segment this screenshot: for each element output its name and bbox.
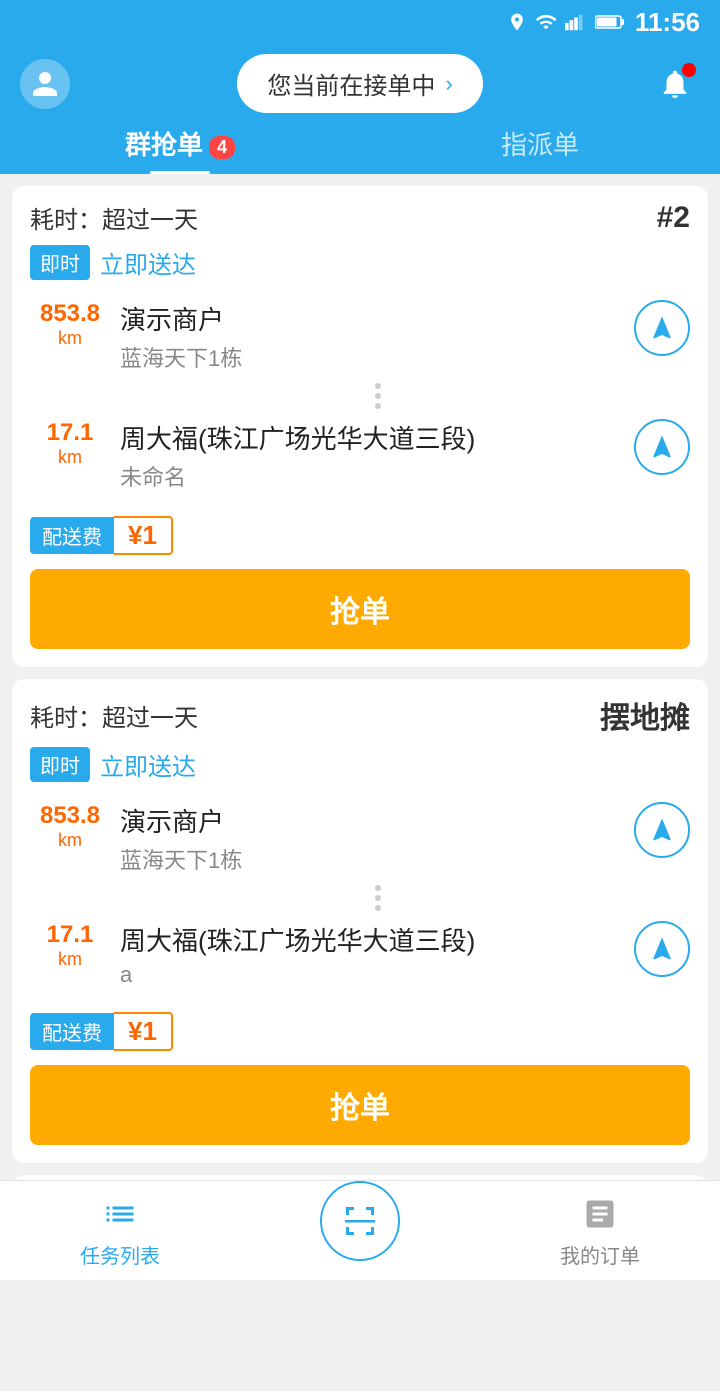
- list-icon: [98, 1192, 142, 1236]
- tab-assign[interactable]: 指派单: [360, 125, 720, 174]
- dropoff-name: 周大福(珠江广场光华大道三段): [120, 921, 634, 958]
- status-text: 您当前在接单中: [267, 66, 435, 101]
- order-num: #2: [657, 201, 690, 235]
- pickup-row: 853.8 km 演示商户 蓝海天下1栋: [30, 290, 690, 383]
- pickup-info: 演示商户 蓝海天下1栋: [110, 802, 634, 875]
- pickup-dist: 853.8 km: [30, 300, 110, 349]
- status-bar: 11:56: [0, 0, 720, 44]
- nav-tasks-label: 任务列表: [80, 1240, 160, 1269]
- tag-row: 即时 立即送达: [12, 245, 708, 290]
- nav-orders[interactable]: 我的订单: [480, 1192, 720, 1269]
- fee-amount: ¥1: [114, 516, 173, 555]
- card-header: 耗时：超过一天 摆地摊: [12, 679, 708, 747]
- route-dots: [30, 383, 690, 409]
- dropoff-nav-btn[interactable]: [634, 419, 690, 475]
- dropoff-addr: 未命名: [120, 460, 634, 492]
- status-arrow: ›: [445, 71, 452, 97]
- pickup-addr: 蓝海天下1栋: [120, 341, 634, 373]
- delivery-label: 立即送达: [100, 245, 196, 280]
- bell-badge: [682, 63, 696, 77]
- fee-amount: ¥1: [114, 1012, 173, 1051]
- avatar[interactable]: [20, 59, 70, 109]
- dropoff-nav-btn[interactable]: [634, 921, 690, 977]
- order-card: 耗时：超过一天 #2 即时 立即送达 853.8 km 演示商户 蓝海天下1栋: [12, 186, 708, 667]
- nav-tasks[interactable]: 任务列表: [0, 1192, 240, 1269]
- fee-label: 配送费: [30, 1013, 114, 1050]
- bottom-nav: 任务列表 我的订单: [0, 1180, 720, 1280]
- dropoff-addr: a: [120, 962, 634, 988]
- scan-icon[interactable]: [320, 1181, 400, 1261]
- card-header: 耗时：超过一天 #2: [12, 186, 708, 245]
- order-num: 摆地摊: [600, 693, 690, 737]
- bell-button[interactable]: [650, 59, 700, 109]
- dropoff-name: 周大福(珠江广场光华大道三段): [120, 419, 634, 456]
- dropoff-dist: 17.1 km: [30, 419, 110, 468]
- pickup-row: 853.8 km 演示商户 蓝海天下1栋: [30, 792, 690, 885]
- tag-row: 即时 立即送达: [12, 747, 708, 792]
- dropoff-row: 17.1 km 周大福(珠江广场光华大道三段) 未命名: [30, 409, 690, 502]
- pickup-info: 演示商户 蓝海天下1栋: [110, 300, 634, 373]
- instant-tag: 即时: [30, 245, 90, 280]
- time-label: 耗时：超过一天: [30, 698, 198, 733]
- orders-icon: [578, 1192, 622, 1236]
- route-dots: [30, 885, 690, 911]
- delivery-label: 立即送达: [100, 747, 196, 782]
- nav-scan[interactable]: [240, 1201, 480, 1261]
- instant-tag: 即时: [30, 747, 90, 782]
- dropoff-dist: 17.1 km: [30, 921, 110, 970]
- locations: 853.8 km 演示商户 蓝海天下1栋 17.1 km: [12, 290, 708, 502]
- status-time: 11:56: [635, 7, 700, 38]
- status-button[interactable]: 您当前在接单中 ›: [237, 54, 482, 113]
- pickup-name: 演示商户: [120, 300, 634, 337]
- fee-row: 配送费 ¥1: [12, 502, 708, 569]
- dropoff-info: 周大福(珠江广场光华大道三段) 未命名: [110, 419, 634, 492]
- pickup-nav-btn[interactable]: [634, 300, 690, 356]
- pickup-name: 演示商户: [120, 802, 634, 839]
- time-label: 耗时：超过一天: [30, 200, 198, 235]
- group-badge: 4: [209, 136, 235, 159]
- grab-button[interactable]: 抢单: [30, 1065, 690, 1145]
- dropoff-row: 17.1 km 周大福(珠江广场光华大道三段) a: [30, 911, 690, 998]
- pickup-nav-btn[interactable]: [634, 802, 690, 858]
- pickup-dist: 853.8 km: [30, 802, 110, 851]
- status-icons: [507, 11, 625, 33]
- header: 您当前在接单中 ›: [0, 44, 720, 113]
- grab-button[interactable]: 抢单: [30, 569, 690, 649]
- fee-label: 配送费: [30, 517, 114, 554]
- nav-orders-label: 我的订单: [560, 1240, 640, 1269]
- tab-group[interactable]: 群抢单4: [0, 125, 360, 174]
- tabs: 群抢单4 指派单: [0, 113, 720, 174]
- pickup-addr: 蓝海天下1栋: [120, 843, 634, 875]
- order-card: 耗时：超过一天 摆地摊 即时 立即送达 853.8 km 演示商户 蓝海天下1栋: [12, 679, 708, 1163]
- dropoff-info: 周大福(珠江广场光华大道三段) a: [110, 921, 634, 988]
- fee-row: 配送费 ¥1: [12, 998, 708, 1065]
- locations: 853.8 km 演示商户 蓝海天下1栋 17.1 km: [12, 792, 708, 998]
